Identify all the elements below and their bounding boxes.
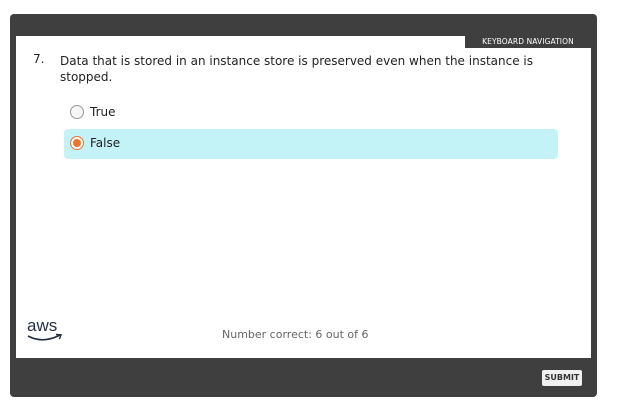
radio-checked-icon[interactable] <box>70 136 84 150</box>
keyboard-navigation-button[interactable]: KEYBOARD NAVIGATION <box>465 36 591 48</box>
submit-button[interactable]: SUBMIT <box>542 370 582 386</box>
quiz-frame: KEYBOARD NAVIGATION 7. Data that is stor… <box>10 14 597 397</box>
aws-logo: aws <box>26 316 66 346</box>
radio-unchecked-icon[interactable] <box>70 105 84 119</box>
question-panel: KEYBOARD NAVIGATION 7. Data that is stor… <box>16 36 591 358</box>
option-label: True <box>90 105 116 119</box>
option-true[interactable]: True <box>64 98 558 128</box>
aws-smile-icon <box>27 334 61 341</box>
aws-logo-text: aws <box>27 316 57 335</box>
option-label: False <box>90 136 121 150</box>
score-text: Number correct: 6 out of 6 <box>222 328 369 341</box>
question-number: 7. <box>33 52 45 66</box>
question-text: Data that is stored in an instance store… <box>60 54 533 84</box>
option-false[interactable]: False <box>64 129 558 159</box>
